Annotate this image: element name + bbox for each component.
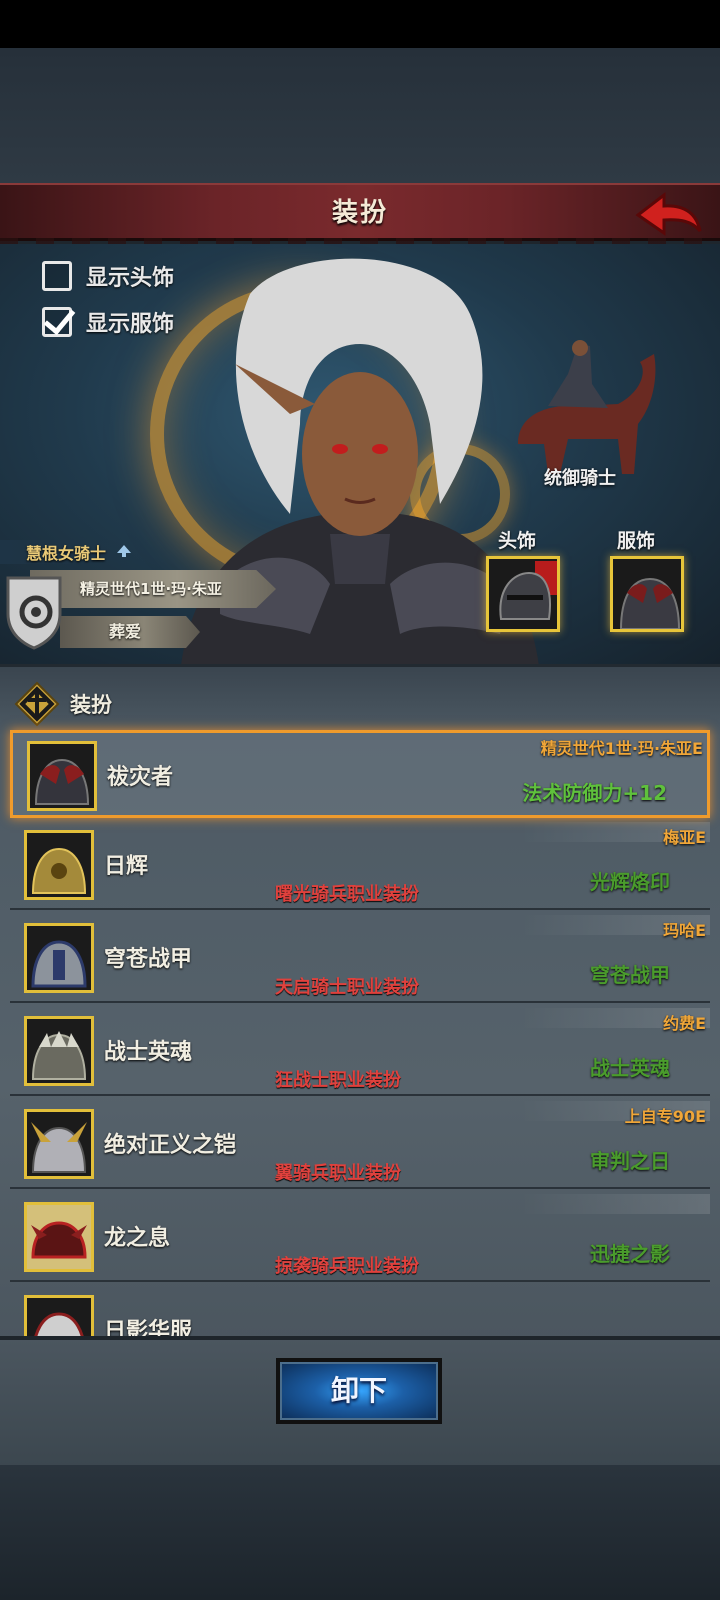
outfit-effect: 战士英魂 bbox=[590, 1056, 670, 1080]
show-headwear-option[interactable]: 显示头饰 bbox=[42, 260, 174, 292]
section-header: 装扮 bbox=[0, 677, 720, 727]
unequip-button[interactable]: 卸下 bbox=[276, 1358, 442, 1424]
row-divider bbox=[10, 908, 710, 910]
character-title: 慧根女骑士 bbox=[26, 544, 107, 563]
status-bar-area bbox=[0, 0, 720, 48]
gold-armor-icon bbox=[31, 847, 87, 894]
outfit-slot-label: 服饰 bbox=[617, 530, 656, 552]
outfit-list-panel: 装扮 祓灾者 精灵世代1世·玛·朱亚E 法术防御力+12 日辉 梅亚E 光辉烙印… bbox=[0, 664, 720, 1364]
dragon-armor-icon bbox=[27, 1205, 91, 1269]
footer-bar: 卸下 bbox=[0, 1336, 720, 1466]
header-banner: 装扮 bbox=[0, 183, 720, 250]
outfit-slot[interactable] bbox=[610, 556, 684, 632]
outfit-thumbnail bbox=[24, 1016, 94, 1086]
row-divider bbox=[10, 1094, 710, 1096]
outfit-effect: 穹苍战甲 bbox=[590, 963, 670, 987]
outfit-name: 穹苍战甲 bbox=[104, 947, 193, 972]
outfit-class: 曙光骑兵职业装扮 bbox=[275, 884, 419, 905]
outfit-effect: 审判之日 bbox=[590, 1149, 670, 1173]
silver-armor-icon bbox=[31, 940, 87, 988]
headwear-slot[interactable] bbox=[486, 556, 560, 632]
show-headwear-checkbox[interactable] bbox=[42, 261, 72, 291]
list-item-3[interactable]: 战士英魂 约费E 战士英魂 狂战士职业装扮 bbox=[10, 1008, 710, 1096]
mount-image bbox=[518, 340, 656, 474]
character-portrait-area: 显示头饰 显示服饰 统御骑士 头饰 服饰 慧根女骑士 精灵世代1世·玛·朱亚 葬… bbox=[0, 244, 720, 664]
bottom-background bbox=[0, 1465, 720, 1600]
headwear-slot-label: 头饰 bbox=[498, 530, 537, 552]
outfit-owner: 上自专90E bbox=[624, 1107, 706, 1126]
row-tab-decoration bbox=[520, 1194, 710, 1214]
outfit-name: 日辉 bbox=[104, 854, 149, 879]
outfit-thumbnail bbox=[24, 830, 94, 900]
character-name: 精灵世代1世·玛·朱亚 bbox=[80, 580, 222, 598]
outfit-class: 掠袭骑兵职业装扮 bbox=[275, 1256, 419, 1277]
outfit-effect: 迅捷之影 bbox=[590, 1242, 670, 1266]
outfit-class: 天启骑士职业装扮 bbox=[275, 977, 419, 998]
character-status: 葬爱 bbox=[108, 622, 141, 641]
mount-label: 统御骑士 bbox=[544, 468, 616, 489]
unequip-label: 卸下 bbox=[330, 1374, 387, 1407]
outfit-owner: 玛哈E bbox=[663, 921, 706, 940]
outfit-owner: 精灵世代1世·玛·朱亚E bbox=[540, 739, 703, 758]
outfit-thumbnail bbox=[27, 741, 97, 811]
show-outfit-checkbox[interactable] bbox=[42, 307, 72, 337]
outfit-name: 战士英魂 bbox=[104, 1040, 193, 1065]
top-background bbox=[0, 48, 720, 183]
faction-shield-icon bbox=[6, 576, 62, 650]
list-item-1[interactable]: 日辉 梅亚E 光辉烙印 曙光骑兵职业装扮 bbox=[10, 822, 710, 910]
outfit-thumbnail bbox=[24, 1109, 94, 1179]
show-outfit-label: 显示服饰 bbox=[86, 312, 175, 337]
section-title: 装扮 bbox=[70, 693, 112, 717]
outfit-effect: 法术防御力+12 bbox=[522, 781, 667, 805]
outfit-thumbnail bbox=[24, 923, 94, 993]
outfit-owner: 梅亚E bbox=[663, 828, 706, 847]
row-divider bbox=[10, 1187, 710, 1189]
row-divider bbox=[10, 1280, 710, 1282]
list-item-2[interactable]: 穹苍战甲 玛哈E 穹苍战甲 天启骑士职业装扮 bbox=[10, 915, 710, 1003]
outfit-name: 祓灾者 bbox=[107, 765, 174, 790]
cross-sword-icon bbox=[14, 681, 60, 727]
outfit-name: 绝对正义之铠 bbox=[104, 1133, 237, 1158]
list-item-4[interactable]: 绝对正义之铠 上自专90E 审判之日 翼骑兵职业装扮 bbox=[10, 1101, 710, 1189]
armor-icon bbox=[619, 577, 681, 629]
outfit-thumbnail bbox=[24, 1202, 94, 1272]
list-item-0[interactable]: 祓灾者 精灵世代1世·玛·朱亚E 法术防御力+12 bbox=[10, 730, 710, 818]
outfit-owner: 约费E bbox=[663, 1014, 706, 1033]
show-outfit-option[interactable]: 显示服饰 bbox=[42, 306, 174, 338]
outfit-name: 龙之息 bbox=[104, 1226, 171, 1251]
fur-armor-icon bbox=[31, 1031, 87, 1080]
back-arrow-icon bbox=[635, 191, 702, 236]
outfit-effect: 光辉烙印 bbox=[590, 870, 670, 894]
outfit-class: 狂战士职业装扮 bbox=[275, 1070, 401, 1091]
list-item-5[interactable]: 龙之息 迅捷之影 掠袭骑兵职业装扮 bbox=[10, 1194, 710, 1282]
back-button[interactable] bbox=[634, 191, 704, 237]
outfit-class: 翼骑兵职业装扮 bbox=[275, 1163, 401, 1184]
row-divider bbox=[10, 1001, 710, 1003]
helmet-icon bbox=[499, 561, 557, 620]
armor-icon bbox=[34, 758, 90, 805]
winged-armor-icon bbox=[31, 1122, 87, 1173]
page-title: 装扮 bbox=[331, 198, 388, 228]
show-headwear-label: 显示头饰 bbox=[86, 266, 175, 291]
upgrade-icon bbox=[117, 545, 131, 557]
